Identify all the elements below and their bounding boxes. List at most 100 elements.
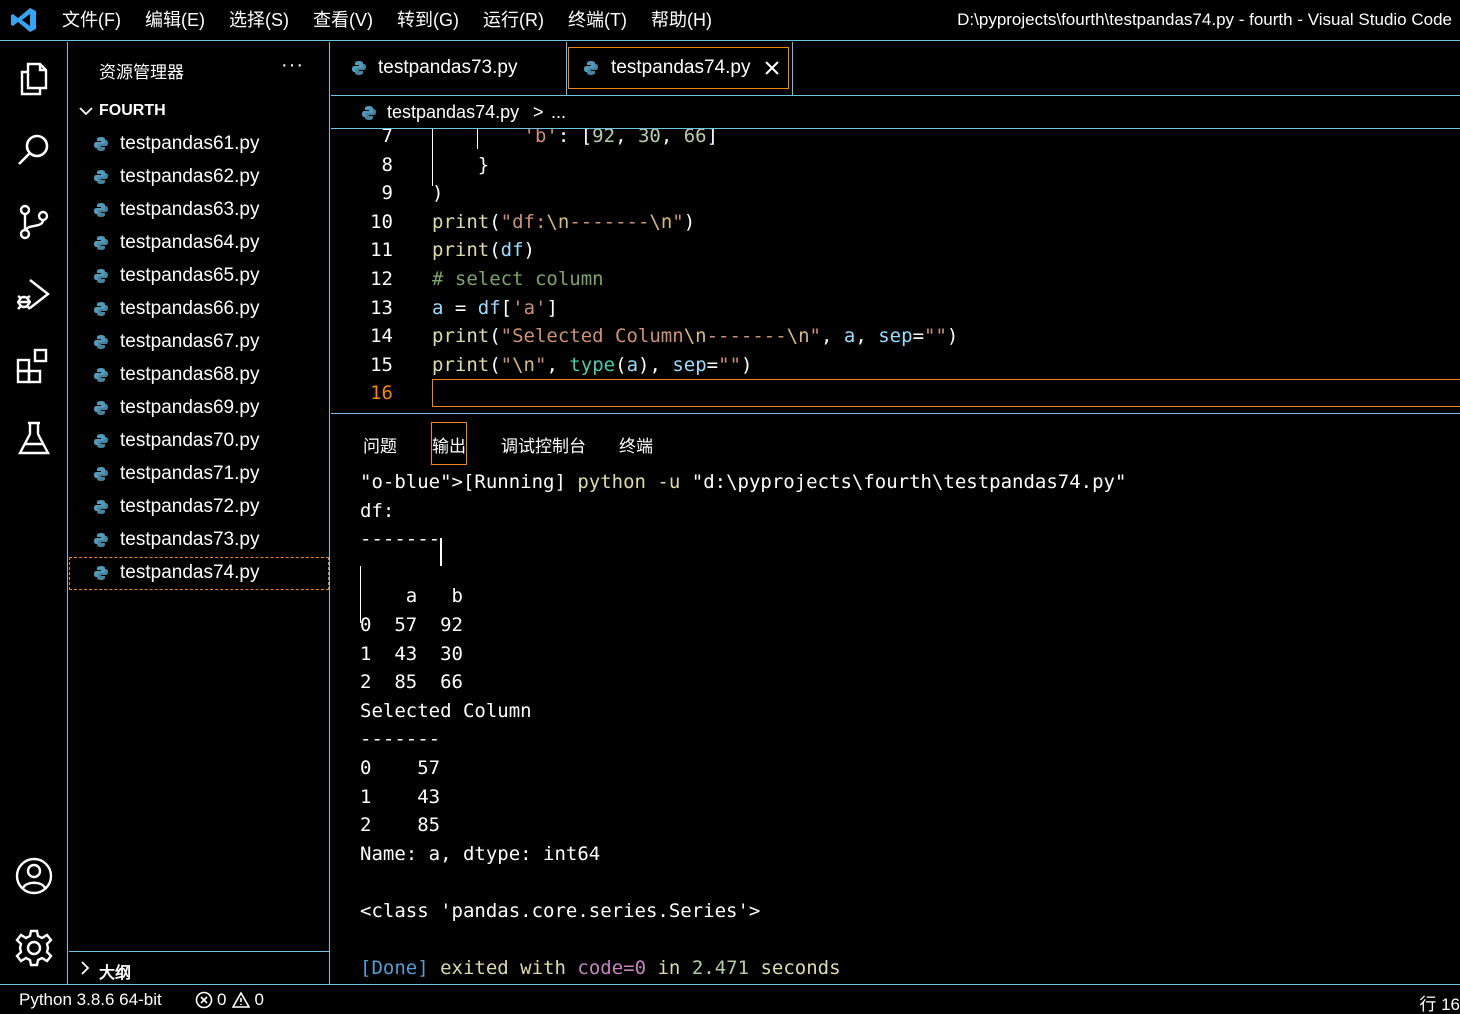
tab-label: testpandas73.py [378,57,518,78]
file-item[interactable]: testpandas65.py [69,260,329,293]
panel-tab-output[interactable]: 输出 [432,432,466,457]
python-file-icon [584,61,598,75]
python-file-icon [94,434,108,448]
output-line: "o-blue">[Running] python -u "d:\pyproje… [360,471,1127,493]
line-code: ) [432,182,444,205]
breadcrumb-file[interactable]: testpandas74.py [387,102,519,123]
code-line: 9) [331,179,1460,208]
menu-go[interactable]: 转到(G) [385,0,471,40]
testing-icon[interactable] [14,418,54,458]
output-line: Selected Column [360,699,532,722]
file-item[interactable]: testpandas69.py [69,392,329,425]
line-number: 7 [381,129,393,147]
file-item[interactable]: testpandas73.py [69,524,329,557]
error-count: 0 [217,990,227,1009]
line-code: # select column [432,268,604,290]
output-line: 0 57 92 [360,613,463,636]
outline-label: 大纲 [99,965,132,982]
file-item[interactable]: testpandas64.py [69,227,329,260]
line-code: print("\n", type(a), sep="") [432,353,753,376]
file-label: testpandas61.py [120,133,260,154]
output-line: 1 43 [360,785,441,808]
menu-run[interactable]: 运行(R) [471,0,556,40]
file-label: testpandas68.py [120,364,260,385]
file-item[interactable]: testpandas68.py [69,359,329,392]
vscode-logo-icon[interactable] [10,6,38,34]
menu-view[interactable]: 查看(V) [301,0,385,40]
chevron-right-icon [81,961,90,975]
folder-name: FOURTH [99,102,166,119]
line-code: print("Selected Column\n-------\n", a, s… [432,325,959,348]
cursor-position-status[interactable]: 行 16 [1419,990,1460,1014]
menu-terminal[interactable]: 终端(T) [556,0,639,40]
settings-gear-icon[interactable] [14,928,54,968]
panel-tab-problems[interactable]: 问题 [363,432,397,457]
file-item[interactable]: testpandas61.py [69,128,329,161]
menu-file[interactable]: 文件(F) [50,0,133,40]
source-control-icon[interactable] [14,202,54,242]
search-icon[interactable] [14,130,54,170]
file-item[interactable]: testpandas74.py [69,557,329,590]
menu-edit[interactable]: 编辑(E) [133,0,217,40]
tab-label: testpandas74.py [611,57,751,78]
file-label: testpandas63.py [120,199,260,220]
problems-status[interactable]: 0 0 [195,990,264,1010]
run-debug-icon[interactable] [14,274,54,314]
output-line: <class 'pandas.core.series.Series'> [360,899,761,922]
panel-tab-terminal[interactable]: 终端 [619,432,653,457]
file-item[interactable]: testpandas66.py [69,293,329,326]
sidebar-header: 资源管理器 ··· [69,42,329,96]
output-content[interactable]: "o-blue">[Running] python -u "d:\pyproje… [360,468,1450,983]
line-number: 11 [370,239,393,262]
file-label: testpandas73.py [120,529,260,550]
line-number: 9 [381,182,393,205]
output-cursor [360,566,361,623]
more-actions-button[interactable]: ··· [281,54,304,77]
code-editor[interactable]: 7 'b': [92, 30, 66] 8 } 9) 10 print("df:\n--… [331,129,1460,413]
file-label: testpandas65.py [120,265,260,286]
menu-selection[interactable]: 选择(S) [217,0,301,40]
line-number: 14 [370,325,393,348]
panel-tab-debug-console[interactable]: 调试控制台 [501,432,586,457]
line-code: a = df['a'] [432,296,558,319]
file-item[interactable]: testpandas62.py [69,161,329,194]
file-label: testpandas72.py [120,496,260,517]
file-item[interactable]: testpandas71.py [69,458,329,491]
menu-help[interactable]: 帮助(H) [639,0,724,40]
explorer-icon[interactable] [14,58,54,98]
line-number: 13 [370,296,393,319]
output-line: ------- [360,728,441,751]
explorer-sidebar: 资源管理器 ··· FOURTH testpandas61.py testpand… [69,42,330,984]
folder-header[interactable]: FOURTH [69,98,329,126]
code-line: 10 print("df:\n-------\n") [331,208,1460,237]
code-line: 11 print(df) [331,236,1460,265]
output-line: 2 85 66 [360,671,463,694]
python-file-icon [94,467,108,481]
output-line: 0 57 [360,756,441,779]
tab-testpandas73[interactable]: testpandas73.py [331,42,567,96]
code-line: 8 } [331,151,1460,180]
warning-icon [232,991,251,1008]
file-item[interactable]: testpandas72.py [69,491,329,524]
error-icon [195,991,213,1009]
tab-testpandas74[interactable]: testpandas74.py [567,42,793,96]
menu-bar: 文件(F) 编辑(E) 选择(S) 查看(V) 转到(G) 运行(R) 终端(T… [50,0,724,40]
file-item[interactable]: testpandas70.py [69,425,329,458]
file-item[interactable]: testpandas63.py [69,194,329,227]
file-item[interactable]: testpandas67.py [69,326,329,359]
output-cursor [440,538,442,566]
output-line: 2 85 [360,814,441,837]
python-interpreter-status[interactable]: Python 3.8.6 64-bit [19,990,162,1010]
title-bar: 文件(F) 编辑(E) 选择(S) 查看(V) 转到(G) 运行(R) 终端(T… [0,0,1460,41]
output-line: Name: a, dtype: int64 [360,842,601,865]
close-icon[interactable] [763,59,781,77]
breadcrumb: testpandas74.py > ... [331,97,1460,129]
account-icon[interactable] [14,856,54,896]
extensions-icon[interactable] [14,346,54,386]
outline-section-header[interactable]: 大纲 [69,951,329,984]
breadcrumb-symbols[interactable]: ... [551,102,566,123]
file-label: testpandas71.py [120,463,260,484]
editor-tabs: testpandas73.py testpandas74.py [331,42,1460,96]
